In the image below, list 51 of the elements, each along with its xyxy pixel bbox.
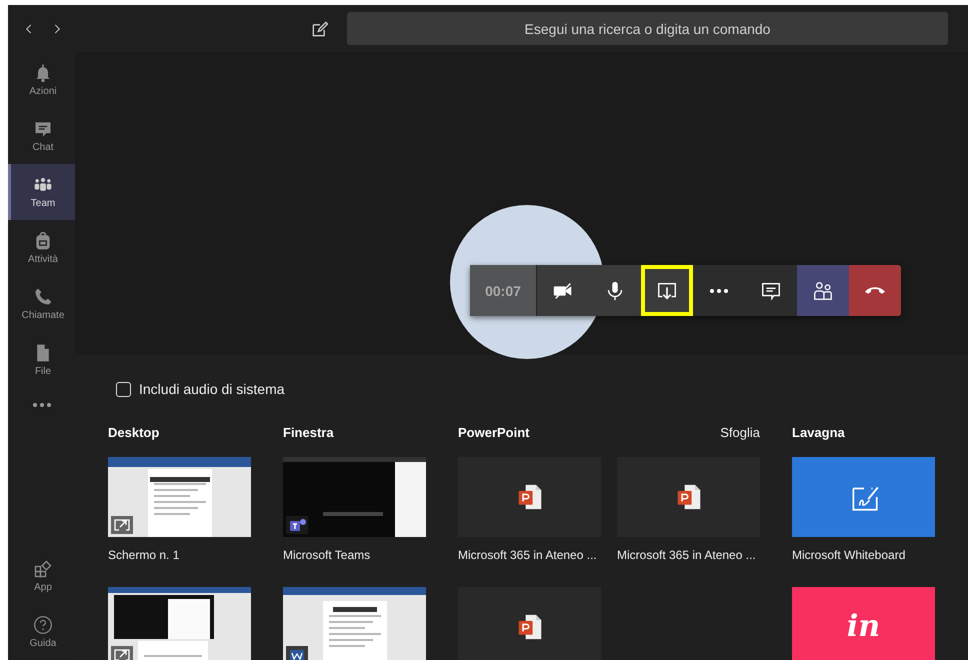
item-label: Microsoft 365 in Ateneo ...	[458, 548, 598, 562]
sidebar-item[interactable]: File	[8, 332, 75, 388]
audio-checkbox[interactable]: Includi audio di sistema	[116, 381, 968, 397]
section-title: Lavagna	[792, 425, 845, 442]
help-icon	[33, 615, 53, 635]
sidebar-item[interactable]: Guida	[8, 604, 75, 660]
item-label: Microsoft Teams	[283, 548, 372, 562]
sidebar-item[interactable]: Chat	[8, 108, 75, 164]
chat-button[interactable]	[745, 265, 797, 316]
call-timer: 00:07	[470, 265, 537, 316]
sidebar-item[interactable]: App	[8, 548, 75, 604]
section-title: PowerPoint	[458, 425, 530, 442]
screen-thumbnail[interactable]	[108, 587, 251, 660]
search-field[interactable]: Esegui una ricerca o digita un comando	[347, 12, 948, 45]
share-button[interactable]	[641, 265, 693, 316]
share-tile[interactable]	[458, 457, 601, 537]
more-icon[interactable]	[32, 402, 52, 408]
share-tile[interactable]	[792, 587, 935, 660]
hang-up-icon	[865, 287, 885, 294]
item-label: Microsoft Whiteboard	[792, 548, 906, 562]
screen-thumbnail[interactable]	[283, 587, 426, 660]
logo: in	[846, 612, 880, 642]
screen-thumbnail[interactable]	[108, 457, 251, 537]
screen-thumbnail[interactable]	[283, 457, 426, 537]
share-tile[interactable]	[792, 457, 935, 537]
section-title: Finestra	[283, 425, 334, 442]
share-screen-icon	[111, 516, 133, 534]
share-tile[interactable]	[458, 587, 601, 660]
item-label: Schermo n. 1	[108, 548, 180, 562]
apps-icon	[33, 559, 53, 579]
powerpoint-file-icon	[516, 483, 542, 511]
share-tile[interactable]	[617, 457, 760, 537]
section-title: Desktop	[108, 425, 160, 442]
sidebar-item[interactable]: Azioni	[8, 52, 75, 108]
word-icon	[286, 646, 308, 660]
participants-button[interactable]	[797, 265, 849, 316]
sidebar-item[interactable]: Chiamate	[8, 276, 75, 332]
camera-button[interactable]	[537, 265, 589, 316]
compose-icon[interactable]	[310, 18, 330, 38]
teams-icon	[286, 516, 308, 534]
powerpoint-file-icon	[676, 483, 702, 511]
phone-icon	[33, 287, 53, 307]
more-icon	[710, 288, 728, 292]
powerpoint-file-icon	[516, 613, 542, 641]
share-screen-icon	[111, 646, 133, 660]
browse-link[interactable]: Sfoglia	[720, 425, 760, 443]
sidebar-item[interactable]: Team	[8, 164, 75, 220]
item-label: Microsoft 365 in Ateneo ...	[617, 548, 757, 562]
people-icon	[812, 280, 834, 302]
sidebar-item[interactable]: Attività	[8, 220, 75, 276]
microphone-button[interactable]	[589, 265, 641, 316]
